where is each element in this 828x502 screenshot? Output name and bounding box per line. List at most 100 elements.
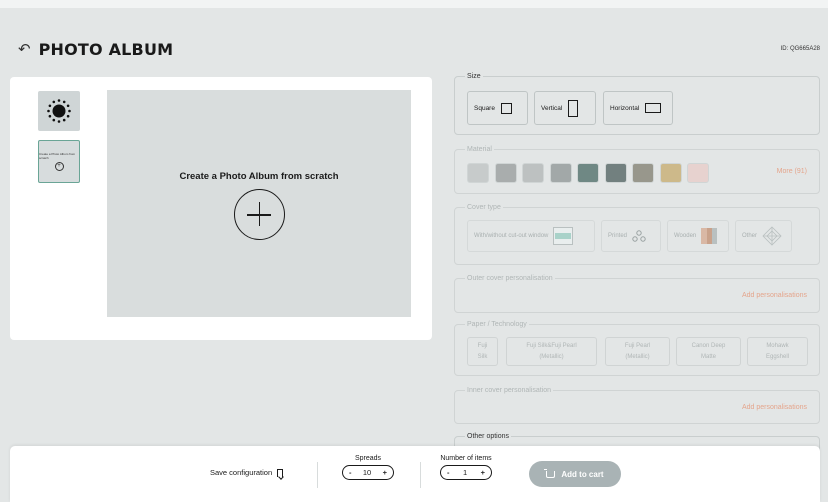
paper-option[interactable]: Fuji Pearl (Metallic) <box>605 337 670 366</box>
size-legend: Size <box>465 71 483 82</box>
size-label: Horizontal <box>610 104 640 112</box>
material-section: Material More (91) <box>454 144 820 194</box>
page-header: ↶ PHOTO ALBUM <box>18 40 173 59</box>
material-swatch[interactable] <box>659 163 682 183</box>
cover-type-label: Other <box>742 233 758 239</box>
paper-label-line2: (Metallic) <box>539 353 564 360</box>
top-strip <box>0 0 828 8</box>
paper-label-line1: Fuji <box>477 342 488 349</box>
thumbnail-cover[interactable] <box>38 91 80 131</box>
material-legend: Material <box>465 144 494 155</box>
material-swatch[interactable] <box>494 163 517 183</box>
save-configuration-button[interactable]: Save configuration <box>210 468 284 477</box>
spreads-group: Spreads - 10 + <box>342 455 394 480</box>
size-square-button[interactable]: Square <box>467 91 528 125</box>
mini-plus-icon: + <box>54 162 64 171</box>
material-swatch[interactable] <box>467 163 489 183</box>
spreads-stepper[interactable]: - 10 + <box>342 465 394 480</box>
size-section: Size Square Vertical Horizontal <box>454 71 820 135</box>
more-materials-link[interactable]: More (91) <box>777 168 807 175</box>
vertical-shape-icon <box>568 99 579 117</box>
window-cover-icon <box>553 227 574 245</box>
page-title: PHOTO ALBUM <box>38 40 174 59</box>
items-stepper[interactable]: - 1 + <box>440 465 492 480</box>
cover-window-button[interactable]: With/without cut-out window <box>467 220 595 252</box>
cover-type-legend: Cover type <box>465 202 503 213</box>
paper-label-line2: (Metallic) <box>625 353 650 360</box>
preview-card: Create a Photo Album from scratch + Crea… <box>10 77 432 340</box>
add-to-cart-label: Add to cart <box>561 469 604 479</box>
paper-label-line2: Matte <box>700 353 716 360</box>
paper-option[interactable]: Fuji Silk&Fuji Pearl (Metallic) <box>506 337 597 366</box>
cart-icon <box>544 468 556 478</box>
material-swatch[interactable] <box>632 163 654 183</box>
paper-label: Fuji Pearl (Metallic) <box>625 341 650 363</box>
material-swatch[interactable] <box>577 163 599 183</box>
cover-type-label: Wooden <box>674 233 697 239</box>
thumbnail-create[interactable]: Create a Photo Album from scratch + <box>38 140 80 183</box>
paper-option[interactable]: Mohawk Eggshell <box>747 337 808 366</box>
cover-type-label: Printed <box>608 233 628 239</box>
paper-label: Fuji Silk&Fuji Pearl (Metallic) <box>526 341 576 363</box>
outer-cover-section: Outer cover personalisation Add personal… <box>454 273 820 313</box>
material-swatch[interactable] <box>522 163 544 183</box>
paper-section: Paper / Technology Fuji Silk Fuji Silk&Fu… <box>454 319 820 376</box>
bookmark-icon <box>277 468 284 477</box>
paper-label-line1: Mohawk <box>766 342 789 349</box>
cover-other-button[interactable]: Other <box>735 220 792 252</box>
size-label: Square <box>474 104 495 112</box>
horizontal-shape-icon <box>645 103 662 113</box>
paper-label-line1: Fuji Silk&Fuji Pearl <box>526 342 577 349</box>
back-arrow-icon[interactable]: ↶ <box>18 42 31 57</box>
size-label: Vertical <box>541 104 563 112</box>
paper-label-line2: Silk <box>477 353 488 360</box>
paper-label-line2: Eggshell <box>765 353 789 360</box>
save-configuration-label: Save configuration <box>210 468 273 477</box>
material-swatch[interactable] <box>687 163 709 183</box>
add-outer-personalisation-link[interactable]: Add personalisations <box>742 292 807 299</box>
paper-label: Canon Deep Matte <box>692 341 726 363</box>
items-group: Number of items - 1 + <box>440 455 492 480</box>
divider <box>420 462 421 488</box>
loading-spinner-icon <box>47 99 71 123</box>
items-decrement-button[interactable]: - <box>447 468 450 477</box>
pattern-icon <box>762 226 782 246</box>
size-vertical-button[interactable]: Vertical <box>534 91 596 125</box>
cover-printed-button[interactable]: Printed <box>601 220 661 252</box>
create-album-canvas[interactable]: Create a Photo Album from scratch <box>107 90 411 317</box>
paper-option[interactable]: Canon Deep Matte <box>676 337 741 366</box>
product-id: ID: QG665A28 <box>780 46 820 52</box>
add-circle-icon[interactable] <box>233 189 285 240</box>
material-swatch[interactable] <box>549 163 572 183</box>
paper-label: Fuji Silk <box>478 341 488 363</box>
wooden-icon <box>701 228 718 244</box>
inner-cover-section: Inner cover personalisation Add personal… <box>454 385 820 424</box>
square-shape-icon <box>500 102 512 114</box>
printed-icon <box>632 230 646 242</box>
items-value[interactable]: 1 <box>463 468 467 477</box>
divider <box>317 462 318 488</box>
outer-cover-legend: Outer cover personalisation <box>465 273 555 284</box>
cover-type-label: With/without cut-out window <box>474 233 549 239</box>
spreads-value[interactable]: 10 <box>363 468 371 477</box>
material-swatch[interactable] <box>604 163 627 183</box>
spreads-increment-button[interactable]: + <box>383 468 387 477</box>
inner-cover-legend: Inner cover personalisation <box>465 385 554 396</box>
paper-label-line1: Fuji Pearl <box>624 342 651 349</box>
add-inner-personalisation-link[interactable]: Add personalisations <box>742 404 807 411</box>
items-increment-button[interactable]: + <box>481 468 485 477</box>
canvas-title: Create a Photo Album from scratch <box>179 171 339 182</box>
paper-label-line1: Canon Deep <box>691 342 726 349</box>
cover-type-section: Cover type With/without cut-out window P… <box>454 202 820 265</box>
spreads-label: Spreads <box>354 455 382 462</box>
add-to-cart-button[interactable]: Add to cart <box>529 461 621 487</box>
items-label: Number of items <box>440 455 492 462</box>
bottom-bar: Save configuration Spreads - 10 + Number… <box>10 446 820 502</box>
other-options-legend: Other options <box>465 431 512 442</box>
cover-wooden-button[interactable]: Wooden <box>667 220 729 252</box>
paper-option[interactable]: Fuji Silk <box>467 337 498 366</box>
thumbnail-text: Create a Photo Album from scratch <box>39 152 76 160</box>
size-horizontal-button[interactable]: Horizontal <box>603 91 673 125</box>
spreads-decrement-button[interactable]: - <box>349 468 352 477</box>
paper-legend: Paper / Technology <box>465 319 529 330</box>
